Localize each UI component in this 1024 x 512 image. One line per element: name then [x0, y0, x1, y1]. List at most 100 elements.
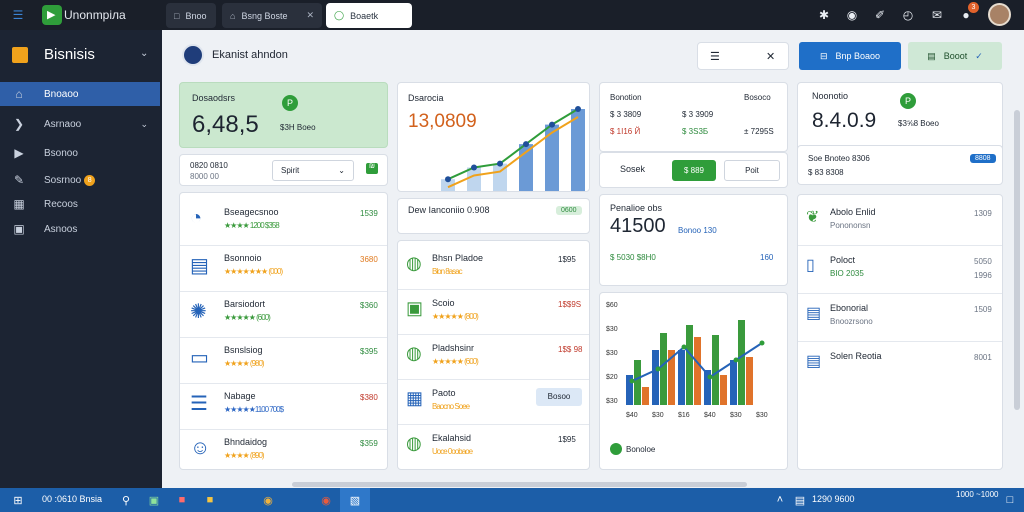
filter-sub: 8000 00 [190, 172, 219, 181]
leaf-icon: ❦ [806, 209, 820, 226]
badge-icon: P [900, 93, 916, 109]
menu-icon[interactable]: ☰ [710, 50, 720, 63]
taskbar-search[interactable]: 00 :0610 Bnsia [42, 494, 102, 504]
middle-row[interactable]: ▦ Paoto Baocno Soee Bosoo [398, 380, 589, 425]
middle-summary: Dew Ianconiio 0.908 0600 [397, 198, 590, 234]
search-icon[interactable]: ⚲ [118, 492, 134, 508]
middle-item-sub: ★★★★★ (800) [432, 312, 479, 321]
stat-sub: $3H Boeo [280, 123, 316, 132]
list-icon: ☰ [190, 393, 208, 415]
stat2-foot-sub: $ 83 8308 [808, 168, 844, 177]
product-name: Bhndaidog [224, 437, 268, 447]
mail-icon[interactable]: ✉ [929, 7, 945, 23]
bar [730, 360, 737, 405]
puzzle-icon[interactable]: ✱ [816, 7, 832, 23]
tab-3[interactable]: ◯ Boaetk [326, 3, 412, 28]
windows-icon[interactable]: ⊞ [10, 492, 26, 508]
kpi-foot: $ 5030 $8H0 [610, 253, 656, 262]
right-row[interactable]: ❦ Abolo Enlid Ponononsn 1309 [798, 199, 1002, 246]
star-burst-icon: ✺ [190, 301, 207, 323]
middle-row[interactable]: ◍ Ekalahsid Uoce 0oobaoe 1$95 [398, 425, 589, 469]
product-row[interactable]: ▭ Bsnslsiog ★★★★ (980) $395 [180, 339, 387, 384]
pie-icon: ◔ [190, 207, 203, 229]
chevron-down-icon[interactable]: ⌄ [140, 48, 148, 59]
notification-badge: 3 [968, 2, 979, 13]
right-row[interactable]: ▤ Solen Reotia 8001 [798, 343, 1002, 389]
right-item-value: 1309 [974, 209, 992, 218]
action-secondary-button[interactable]: Poit [724, 160, 780, 181]
tab-2[interactable]: ⌂ Bsng Boste ✕ [222, 3, 322, 28]
taskbar-date: 1000 ~1000 [956, 490, 999, 499]
line-point [733, 357, 739, 363]
product-row[interactable]: ☺ Bhndaidog ★★★★ (890) $359 [180, 431, 387, 475]
browser-icon[interactable]: ◉ [260, 492, 276, 508]
folder-icon[interactable]: ■ [202, 492, 218, 508]
right-item-sub: Bnoozrsono [830, 317, 873, 326]
middle-row[interactable]: ◍ Pladshsinr ★★★★★ (600) 1$$ 98 [398, 335, 589, 380]
middle-item-button[interactable]: Bosoo [536, 388, 582, 406]
legend-label: Bonoloe [626, 445, 656, 454]
right-row[interactable]: ▯ Poloct BIO 2035 5050 1996 [798, 247, 1002, 294]
secondary-action-button[interactable]: ▤ Booot ✓ [908, 42, 1002, 70]
product-rating: ★★★★★ (600) [224, 313, 271, 322]
product-row[interactable]: ▤ Bsonnoio ★★★★★★★ (000) 3680 [180, 247, 387, 292]
clock-icon[interactable]: ◴ [900, 7, 916, 23]
browser-icon-2[interactable]: ◉ [318, 492, 334, 508]
divider [180, 337, 387, 338]
stats-cell: ± 7295S [744, 127, 774, 136]
notification-icon[interactable]: □ [1002, 492, 1018, 508]
sidebar-item-6[interactable]: ▣ Asnoos [0, 217, 160, 241]
taskbar-clock: 1290 9600 [812, 494, 855, 504]
shield-icon[interactable]: ◉ [844, 7, 860, 23]
sidebar-item-1[interactable]: ⌂ Bnoaoo [0, 82, 160, 106]
app-icon-1[interactable]: ▣ [146, 492, 162, 508]
y-tick-label: $60 [606, 302, 618, 309]
right-row[interactable]: ▤ Ebonorial Bnoozrsono 1509 [798, 295, 1002, 342]
kpi-foot-right: 160 [760, 253, 774, 262]
vertical-scrollbar[interactable] [1014, 110, 1020, 410]
bag-icon: ◍ [406, 343, 422, 363]
sidebar-item-4[interactable]: ✎ Sosrnoo 8 [0, 168, 160, 192]
cart-icon: ▦ [406, 388, 424, 408]
sidebar-item-5[interactable]: ▦ Recoos [0, 192, 160, 216]
trend-card: Dsarocia 13,0809 [397, 82, 590, 192]
stats-cell: $ 1I16 Й [610, 127, 641, 136]
right-list: ❦ Abolo Enlid Ponononsn 1309 ▯ Poloct BIO 2035… [797, 194, 1003, 470]
chevron-up-icon[interactable]: ˄ [772, 492, 788, 508]
stat2-value: 8.4.0.9 [812, 109, 877, 132]
folder-icon [12, 47, 28, 63]
trend-title: Dsarocia [408, 93, 444, 103]
sidebar-item-3[interactable]: ▶ Bsonoo [0, 141, 160, 165]
avatar[interactable] [988, 3, 1011, 26]
close-icon[interactable]: ✕ [766, 50, 775, 63]
bar [720, 375, 727, 405]
line-point [707, 374, 713, 380]
product-price: $359 [360, 439, 378, 448]
filter-select[interactable]: Spirit ⌄ [272, 160, 354, 181]
trend-bar [467, 167, 481, 191]
right-item-name: Ebonorial [830, 303, 869, 313]
window-icon[interactable]: ▧ [347, 492, 363, 508]
pen-icon[interactable]: ✐ [872, 7, 888, 23]
action-primary-button[interactable]: $ 889 [672, 160, 716, 181]
network-icon[interactable]: ▤ [792, 492, 808, 508]
middle-item-sub: Uoce 0oobaoe [432, 447, 473, 456]
app-icon-2[interactable]: ■ [174, 492, 190, 508]
sidebar-item-2[interactable]: ❯ Asrnaoo ⌄ [0, 112, 160, 136]
x-tick-label: $30 [756, 412, 768, 419]
product-row[interactable]: ◔ Bseagecsnoo ★★★★ 1200 $358 1539 [180, 201, 387, 246]
bar [642, 387, 649, 405]
middle-row[interactable]: ◍ Bhsn Pladoe Blon 8asac 1$95 [398, 245, 589, 290]
product-name: Bseagecsnoo [224, 207, 279, 217]
pencil-icon: ✎ [13, 173, 25, 187]
layers-icon: ☰ [12, 8, 24, 22]
product-row[interactable]: ✺ Barsiodort ★★★★★ (600) $360 [180, 293, 387, 338]
horizontal-scrollbar[interactable] [292, 482, 747, 487]
middle-row[interactable]: ▣ Scoio ★★★★★ (800) 1$$9S [398, 290, 589, 335]
tab-1[interactable]: □ Bnoo [166, 3, 216, 28]
product-row[interactable]: ☰ Nabage ★★★★★1100 700$ $380 [180, 385, 387, 430]
clipboard-icon: ▭ [190, 347, 209, 369]
primary-action-button[interactable]: ⊟ Bnp Boaoo [799, 42, 901, 70]
stat-card-2: Noonotio P 8.4.0.9 $3⅝8 Boeo [797, 82, 1003, 152]
x-tick-label: $16 [678, 412, 690, 419]
